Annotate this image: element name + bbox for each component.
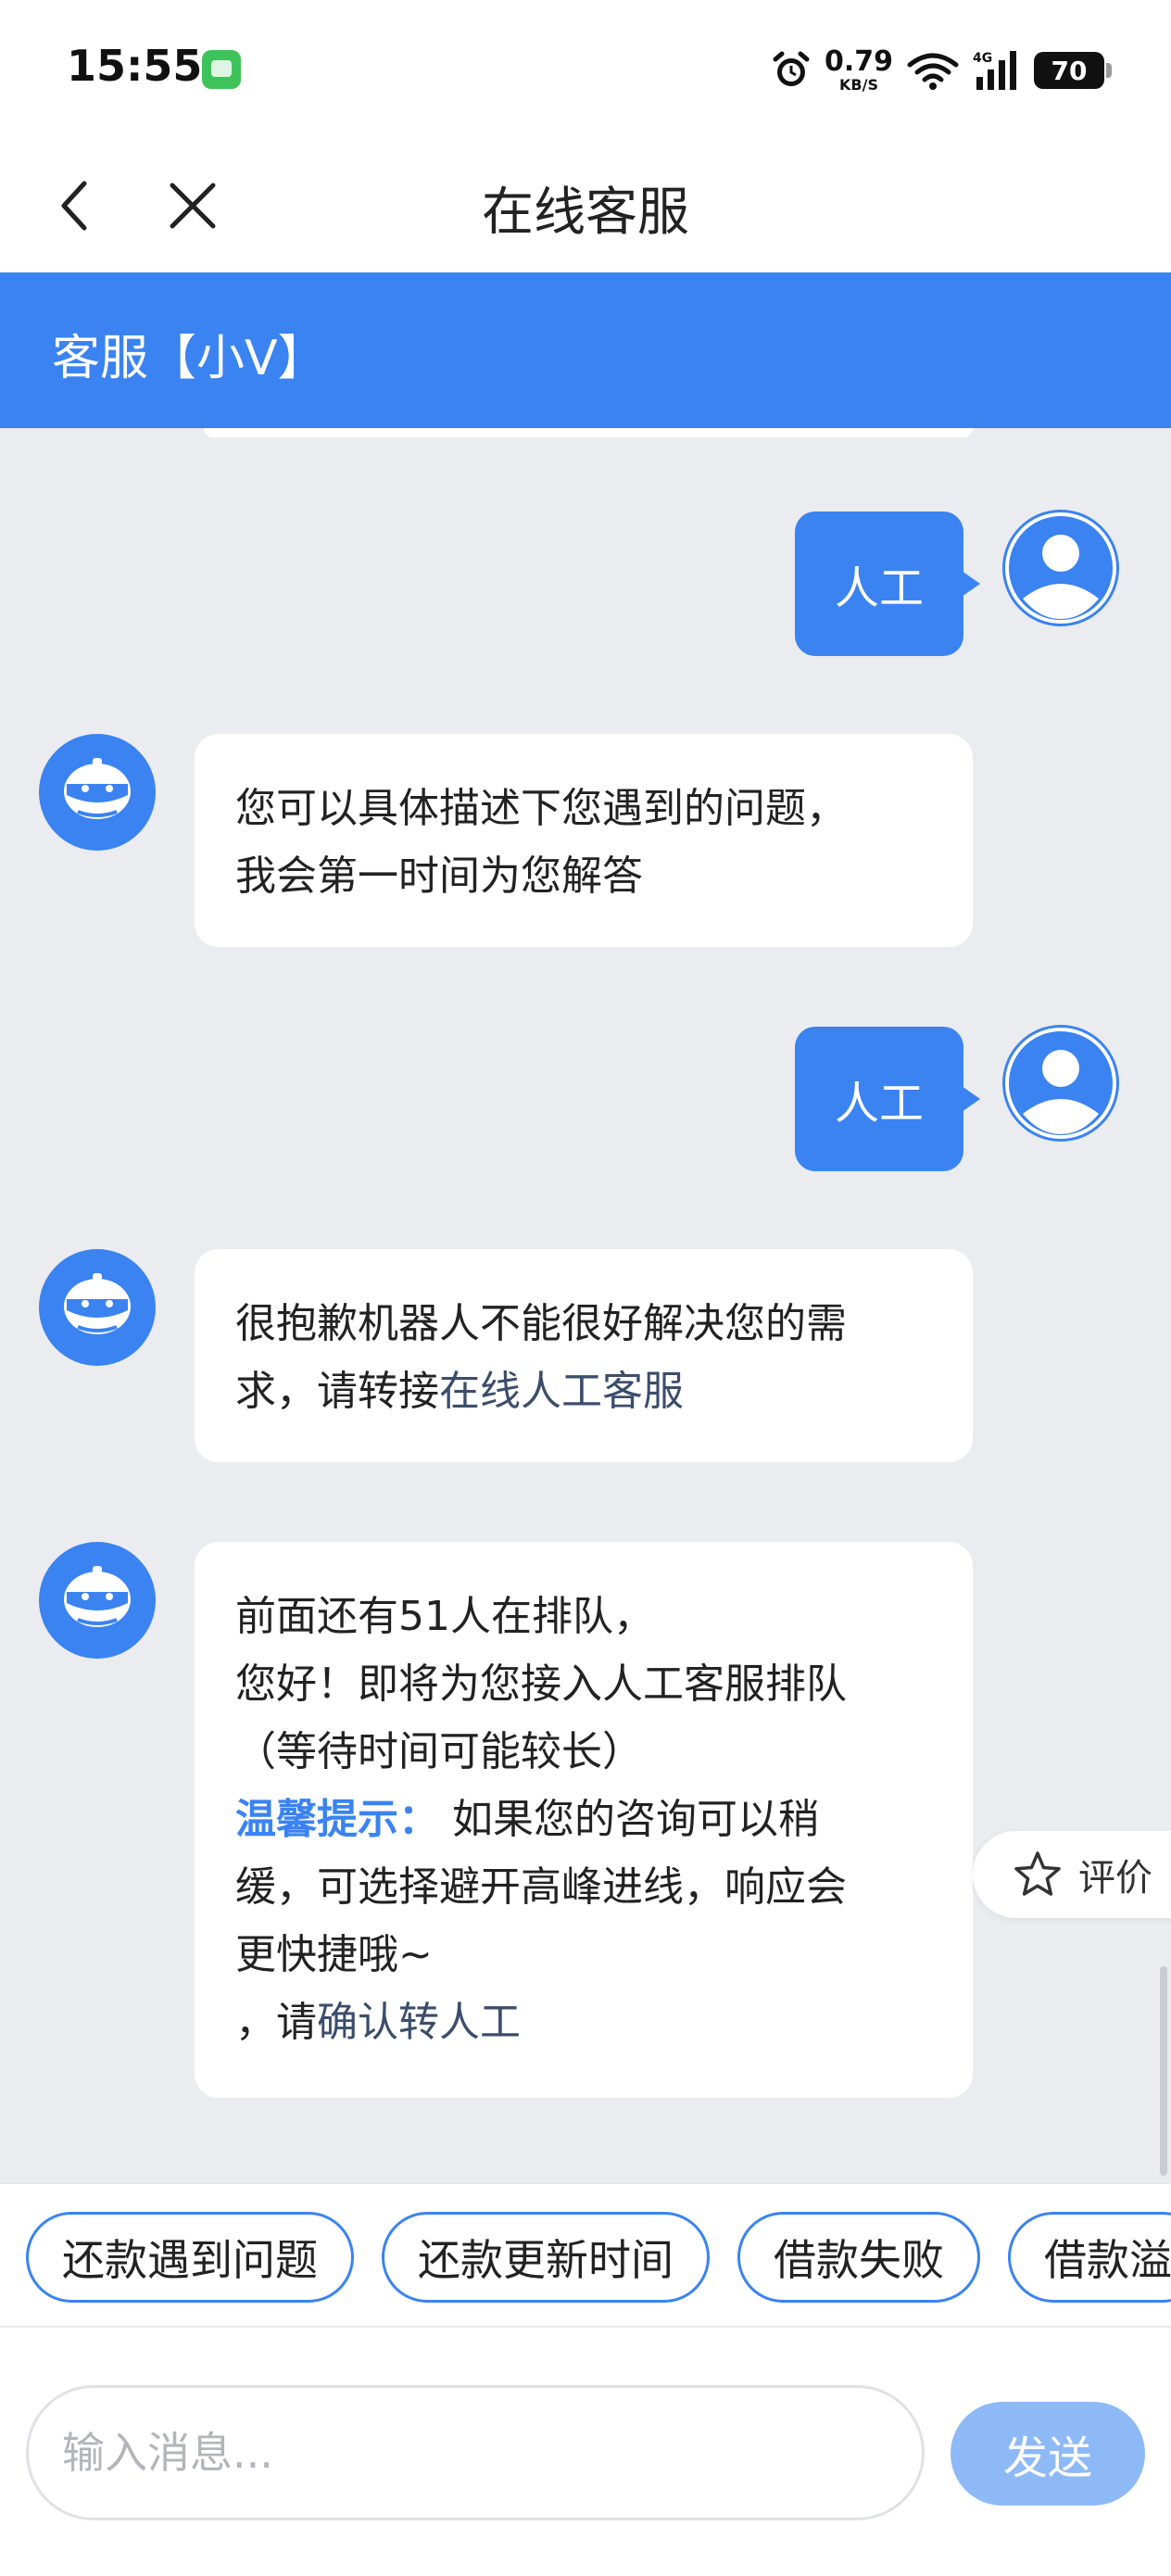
status-icons: 0.79 KB/S 4G 70 [771,44,1112,96]
bot-message-line: 求，请转接在线人工客服 [235,1357,936,1425]
wifi-icon [906,50,960,91]
user-message-bubble[interactable]: 人工 [795,511,980,656]
bot-message-line: 温馨提示： 如果您的咨询可以稍 [235,1786,936,1853]
bot-message-line: 我会第一时间为您解答 [235,852,643,900]
quick-reply-loan-failed[interactable]: 借款失败 [737,2212,980,2303]
previous-message-edge [204,428,973,437]
star-icon [1014,1851,1061,1896]
messages-app-icon [202,50,241,89]
user-avatar [1002,510,1119,626]
robot-icon [64,1566,131,1627]
robot-icon [64,1273,131,1334]
network-speed: 0.79 KB/S [824,45,893,94]
bot-message-text: 求，请转接 [235,1368,439,1415]
bot-message-bubble: 很抱歉机器人不能很好解决您的需 求，请转接在线人工客服 [195,1249,973,1462]
bot-message-bubble: 前面还有51人在排队， 您好！即将为您接入人工客服排队 （等待时间可能较长） 温… [195,1542,973,2098]
chat-area[interactable]: 人工 您可以具体描述下您遇到的问题， 我会第一时间为您解答 人工 很抱歉机器人不… [0,428,1171,2183]
quick-reply-repay-update-time[interactable]: 还款更新时间 [382,2212,710,2303]
bot-message-line: 缓，可选择避开高峰进线，响应会 [235,1863,847,1911]
bot-message-bubble: 您可以具体描述下您遇到的问题， 我会第一时间为您解答 [195,734,973,947]
input-bar: 发送 [0,2328,1171,2576]
queue-status-text: 前面还有51人在排队， [235,1593,654,1640]
bot-avatar [39,1249,156,1366]
bot-message-line: 很抱歉机器人不能很好解决您的需 [235,1300,847,1347]
rate-button[interactable]: 评价 [973,1831,1171,1918]
bot-message-line: 更快捷哦~ [235,1931,433,1978]
user-message-bubble[interactable]: 人工 [795,1027,980,1171]
agent-header: 客服【小V】 [0,272,1171,428]
status-bar: 15:55 0.79 KB/S 4G 70 [0,0,1171,139]
title-bar: 在线客服 [0,139,1171,272]
rate-label: 评价 [1078,1857,1152,1900]
user-avatar-icon [1005,1028,1116,1139]
send-button[interactable]: 发送 [951,2402,1145,2506]
confirm-transfer-link[interactable]: 确认转人工 [317,1999,521,2046]
bot-avatar [39,1542,156,1659]
quick-replies-bar: 还款遇到问题 还款更新时间 借款失败 借款溢 [0,2183,1171,2328]
bot-message-line: （等待时间可能较长） [235,1728,643,1775]
alarm-icon [771,50,812,91]
bot-message-line: ，请确认转人工 [235,1989,936,2056]
message-input[interactable] [26,2385,925,2520]
battery-level: 70 [1051,55,1088,86]
bot-avatar [39,734,156,851]
user-avatar [1002,1025,1119,1142]
agent-name: 客服【小V】 [52,331,326,386]
bot-message-text: ，请 [235,1999,317,2046]
battery-icon: 70 [1034,52,1112,89]
bot-message-line: 您好！即将为您接入人工客服排队 [235,1661,847,1708]
quick-reply-loan-more[interactable]: 借款溢 [1008,2212,1171,2303]
cell-signal-icon: 4G [973,49,1021,92]
status-time: 15:55 [67,41,203,91]
transfer-agent-link[interactable]: 在线人工客服 [439,1368,684,1415]
chat-scrollbar[interactable] [1160,1966,1167,2176]
page-title: 在线客服 [482,183,689,243]
svg-text:4G: 4G [973,51,992,66]
tip-label: 温馨提示： [235,1796,439,1843]
tip-text: 如果您的咨询可以稍 [439,1796,819,1843]
user-avatar-icon [1005,512,1116,624]
quick-reply-repay-issue[interactable]: 还款遇到问题 [26,2212,354,2303]
robot-icon [64,758,131,819]
bot-message-line: 您可以具体描述下您遇到的问题， [235,785,847,832]
